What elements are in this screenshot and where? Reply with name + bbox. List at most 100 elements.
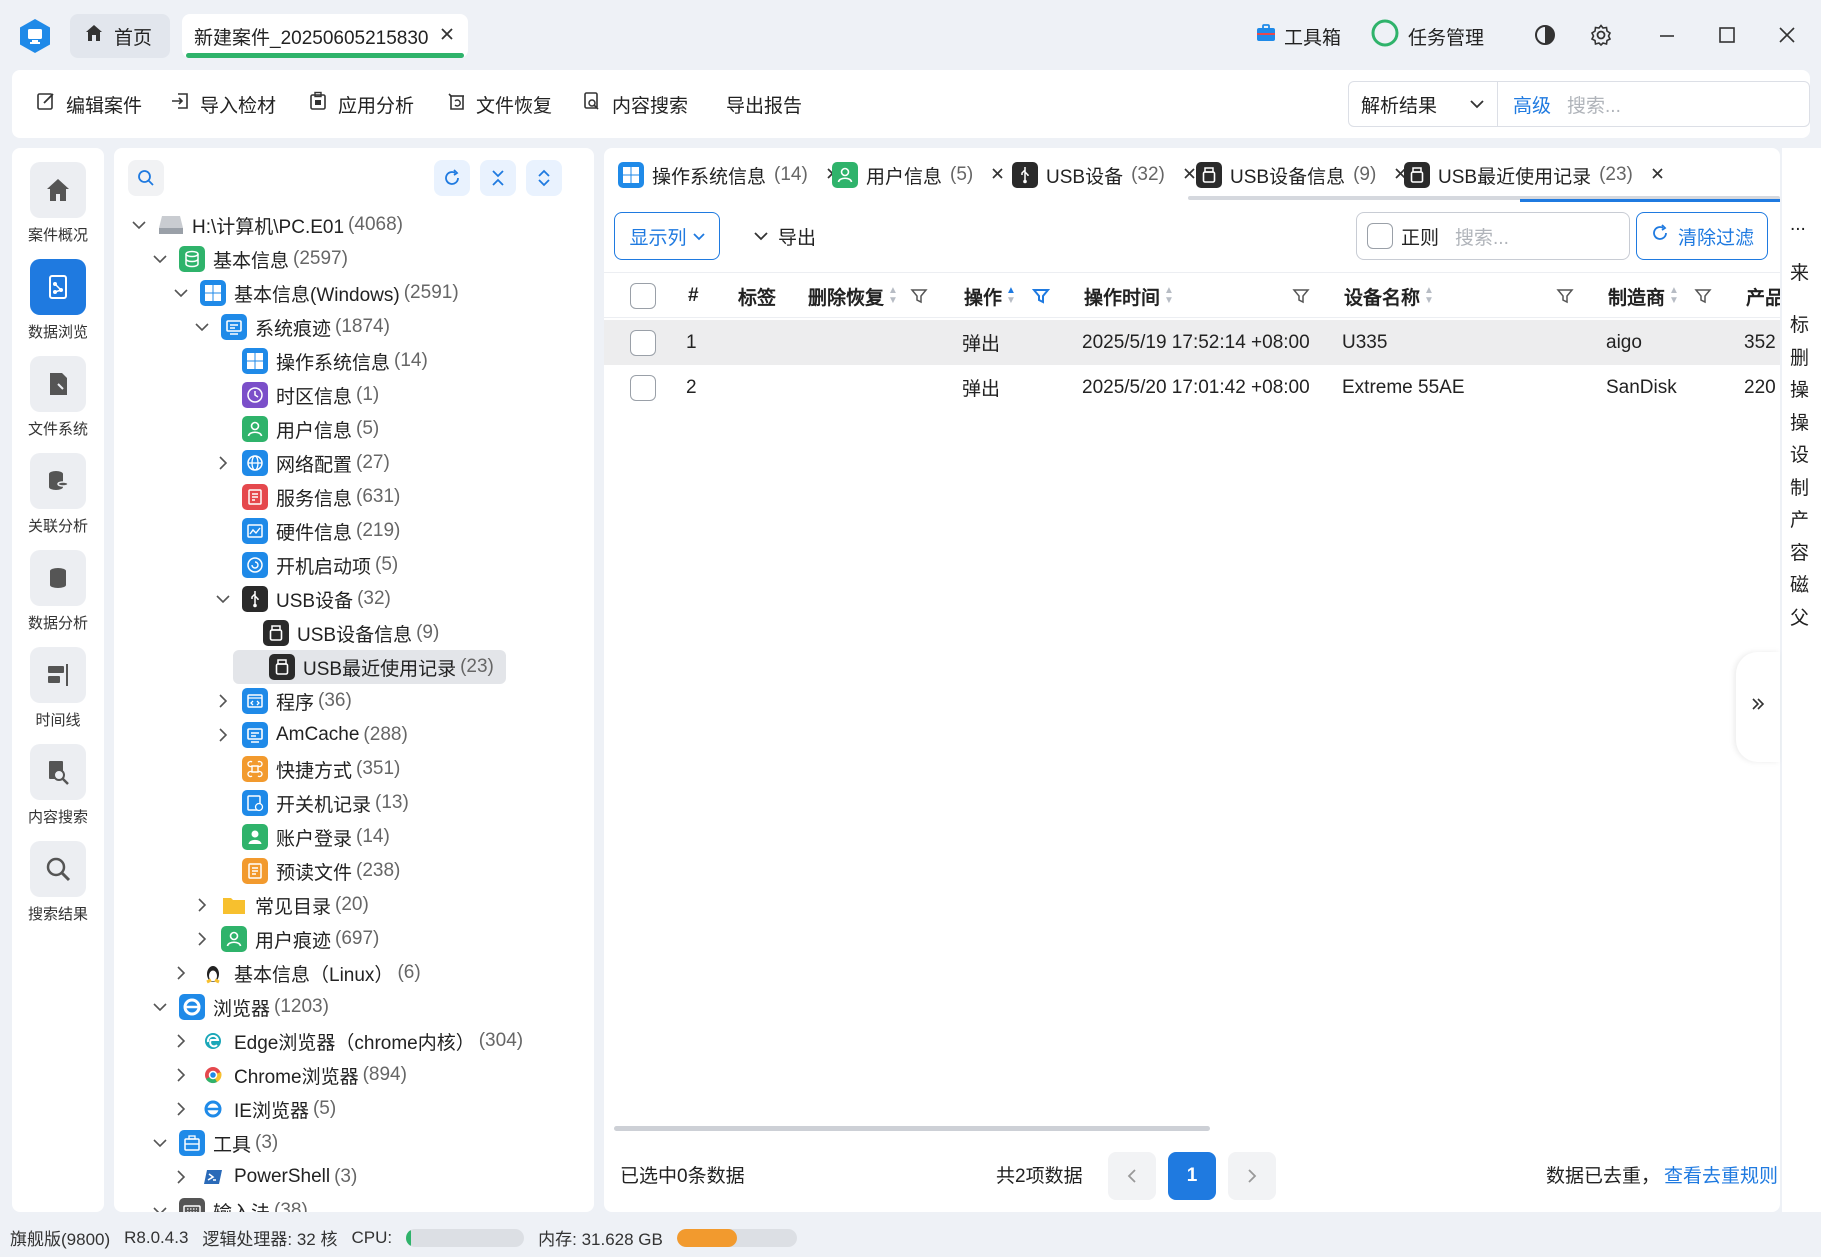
chevron-down-icon[interactable]	[191, 322, 213, 332]
column-header-product[interactable]: 产品	[1746, 273, 1780, 319]
tree-item[interactable]: 系统痕迹 (1874)	[191, 310, 390, 344]
chevron-right-icon[interactable]	[170, 1034, 192, 1048]
chevron-right-icon[interactable]	[170, 1068, 192, 1082]
tree-item[interactable]: AmCache (288)	[212, 718, 408, 752]
chevron-right-icon[interactable]	[212, 728, 234, 742]
nav-item-2[interactable]: 数据浏览	[12, 259, 104, 355]
advanced-search-link[interactable]: 高级	[1513, 91, 1551, 118]
filter-icon[interactable]	[1292, 273, 1310, 319]
maximize-icon[interactable]	[1710, 18, 1744, 52]
content-search-button[interactable]: 内容搜索	[582, 70, 688, 138]
tree-item[interactable]: 浏览器 (1203)	[149, 990, 329, 1024]
chevron-right-icon[interactable]	[170, 966, 192, 980]
chevron-right-icon[interactable]	[170, 1170, 192, 1184]
nav-item-4[interactable]: 关联分析	[12, 453, 104, 549]
sort-icon[interactable]: ▲ ▼	[888, 286, 898, 306]
tree-item[interactable]: 开关机记录 (13)	[212, 786, 409, 820]
sort-icon[interactable]: ▲ ▼	[1006, 286, 1016, 306]
dedup-rules-link[interactable]: 查看去重规则	[1664, 1161, 1778, 1188]
tree-item[interactable]: IE浏览器 (5)	[170, 1092, 336, 1126]
content-tab[interactable]: USB设备 (32)	[1012, 148, 1196, 202]
minimize-icon[interactable]	[1650, 18, 1684, 52]
tree-item[interactable]: Chrome浏览器 (894)	[170, 1058, 407, 1092]
row-checkbox[interactable]	[630, 374, 656, 401]
chevron-right-icon[interactable]	[170, 1102, 192, 1116]
nav-item-5[interactable]: 数据分析	[12, 550, 104, 646]
close-icon[interactable]	[440, 25, 454, 47]
table-horizontal-scrollbar[interactable]	[614, 1126, 1210, 1131]
tree-item[interactable]: 硬件信息 (219)	[212, 514, 400, 548]
column-header-index[interactable]: #	[688, 273, 699, 319]
next-page-button[interactable]	[1228, 1152, 1276, 1200]
filter-active-icon[interactable]	[1032, 273, 1050, 319]
column-header-tag[interactable]: 标签	[738, 273, 776, 319]
import-evidence-button[interactable]: 导入检材	[170, 70, 276, 138]
tree-item[interactable]: PowerShell (3)	[170, 1160, 357, 1194]
tree-item[interactable]: 快捷方式 (351)	[212, 752, 400, 786]
tree-item[interactable]: 程序 (36)	[212, 684, 352, 718]
tree-item[interactable]: 输入法 (38)	[149, 1194, 308, 1212]
close-icon[interactable]	[991, 164, 1004, 186]
column-header-action[interactable]: 操作 ▲ ▼	[964, 273, 1016, 319]
tab-case[interactable]: 新建案件_20250605215830	[182, 14, 468, 58]
tree-item[interactable]: 用户痕迹 (697)	[191, 922, 379, 956]
global-search-input[interactable]: 搜索...	[1567, 91, 1621, 118]
export-report-button[interactable]: 导出报告	[726, 70, 802, 138]
tree-item[interactable]: 操作系统信息 (14)	[212, 344, 428, 378]
content-tab[interactable]: 操作系统信息 (14)	[618, 148, 839, 202]
table-search-input[interactable]: 搜索...	[1455, 223, 1509, 250]
prev-page-button[interactable]	[1108, 1152, 1156, 1200]
expand-panel-button[interactable]	[1736, 652, 1780, 762]
close-icon[interactable]	[1651, 164, 1664, 186]
file-recovery-button[interactable]: 文件恢复	[446, 70, 552, 138]
chevron-down-icon[interactable]	[149, 1138, 171, 1148]
table-row[interactable]: 2 弹出 2025/5/20 17:01:42 +08:00 Extreme 55AE…	[604, 365, 1780, 410]
content-tab[interactable]: USB设备信息 (9)	[1196, 148, 1407, 202]
sort-icon[interactable]: ▲ ▼	[1669, 286, 1679, 306]
settings-gear-icon[interactable]	[1584, 18, 1618, 52]
tree-item[interactable]: 网络配置 (27)	[212, 446, 390, 480]
clear-filter-button[interactable]: 清除过滤	[1636, 212, 1768, 260]
filter-icon[interactable]	[1694, 273, 1712, 319]
tree-search-icon[interactable]	[128, 160, 164, 196]
tree-item[interactable]: Edge浏览器（chrome内核） (304)	[170, 1024, 523, 1058]
tree-item[interactable]: 基本信息（Linux） (6)	[170, 956, 421, 990]
task-manager-button[interactable]: 任务管理	[1370, 14, 1484, 58]
export-button[interactable]: 导出	[754, 212, 816, 260]
sort-icon[interactable]: ▲ ▼	[1164, 286, 1174, 306]
select-all-checkbox[interactable]	[630, 283, 656, 309]
filter-icon[interactable]	[910, 273, 928, 319]
page-1-button[interactable]: 1	[1168, 1152, 1216, 1200]
content-tab[interactable]: USB最近使用记录 (23)	[1404, 148, 1664, 202]
nav-item-8[interactable]: 搜索结果	[12, 841, 104, 937]
chevron-down-icon[interactable]	[149, 1002, 171, 1012]
tree-item[interactable]: 服务信息 (631)	[212, 480, 400, 514]
display-columns-button[interactable]: 显示列	[614, 212, 720, 260]
nav-item-3[interactable]: 文件系统	[12, 356, 104, 452]
chevron-down-icon[interactable]	[212, 594, 234, 604]
tree-item[interactable]: 账户登录 (14)	[212, 820, 390, 854]
tree-item[interactable]: 预读文件 (238)	[212, 854, 400, 888]
filter-icon[interactable]	[1556, 273, 1574, 319]
tree-item[interactable]: 基本信息(Windows) (2591)	[170, 276, 459, 310]
sort-icon[interactable]: ▲ ▼	[1424, 286, 1434, 306]
tree-item[interactable]: 工具 (3)	[149, 1126, 278, 1160]
close-window-icon[interactable]	[1770, 18, 1804, 52]
chevron-down-icon[interactable]	[128, 220, 150, 230]
tree-item[interactable]: 用户信息 (5)	[212, 412, 379, 446]
chevron-down-icon[interactable]	[149, 1206, 171, 1212]
collapse-all-icon[interactable]	[480, 160, 516, 196]
tree-item[interactable]: USB设备 (32)	[212, 582, 391, 616]
app-analysis-button[interactable]: 应用分析	[308, 70, 414, 138]
tree-item[interactable]: 开机启动项 (5)	[212, 548, 398, 582]
nav-item-1[interactable]: 案件概况	[12, 162, 104, 258]
regex-checkbox[interactable]	[1367, 223, 1393, 249]
edit-case-button[interactable]: 编辑案件	[36, 70, 142, 138]
table-row[interactable]: 1 弹出 2025/5/19 17:52:14 +08:00 U335 aigo 352	[604, 320, 1780, 365]
row-checkbox[interactable]	[630, 329, 656, 356]
chevron-right-icon[interactable]	[212, 456, 234, 470]
tree-item[interactable]: USB设备信息 (9)	[233, 616, 439, 650]
tree-item[interactable]: USB最近使用记录 (23)	[233, 650, 506, 684]
nav-item-6[interactable]: 时间线	[12, 647, 104, 743]
theme-toggle-icon[interactable]	[1528, 18, 1562, 52]
